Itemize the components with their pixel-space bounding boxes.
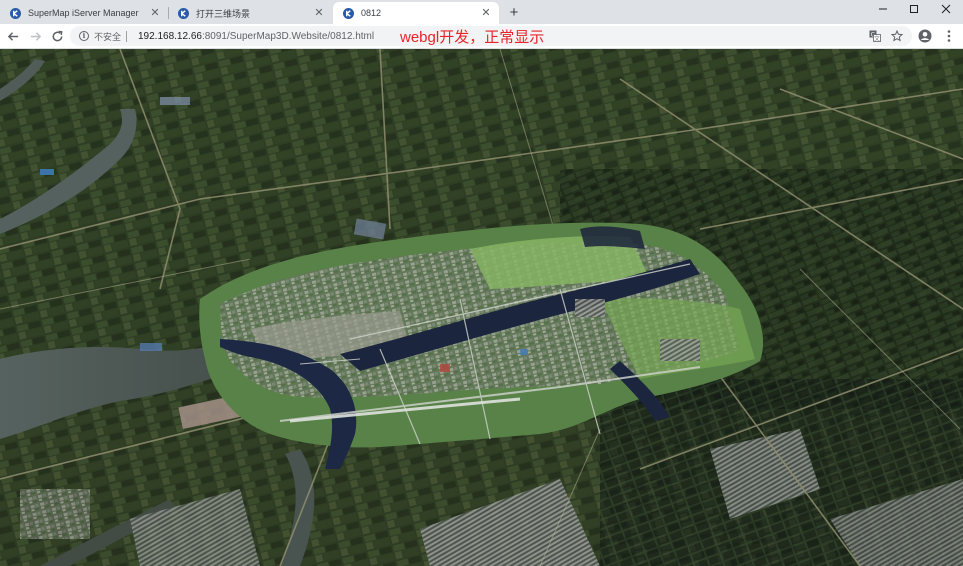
reload-icon[interactable] — [48, 27, 66, 45]
url-path: :8091/SuperMap3D.Website/0812.html — [201, 30, 375, 42]
star-icon[interactable] — [890, 29, 904, 43]
tab-close-icon[interactable]: ✕ — [148, 6, 162, 20]
tab-close-icon[interactable]: ✕ — [312, 6, 326, 20]
maximize-icon[interactable] — [899, 0, 929, 18]
arrow-right-icon[interactable] — [26, 27, 44, 45]
security-indicator[interactable]: i 不安全 — [79, 26, 132, 46]
kebab-menu-icon[interactable] — [940, 27, 958, 45]
divider — [126, 30, 128, 42]
close-window-icon[interactable] — [931, 0, 961, 18]
tab-0812[interactable]: 0812 ✕ — [333, 2, 499, 24]
satellite-scene — [0, 49, 963, 566]
new-tab-button[interactable]: + — [505, 3, 523, 21]
tab-close-icon[interactable]: ✕ — [479, 6, 493, 20]
webgl-3d-viewport[interactable] — [0, 49, 963, 566]
translate-icon[interactable]: G文 — [868, 29, 882, 43]
tab-title: 0812 — [361, 8, 382, 18]
address-bar[interactable]: i 不安全 192.168.12.66:8091/SuperMap3D.Webs… — [70, 26, 912, 46]
supermap-favicon-icon — [10, 7, 21, 19]
security-label: 不安全 — [94, 31, 122, 42]
tab-title: 打开三维场景 — [196, 8, 251, 19]
supermap-favicon-icon — [178, 7, 189, 19]
tab-title: SuperMap iServer Manager — [28, 8, 139, 18]
svg-text:文: 文 — [874, 34, 880, 42]
tab-strip: SuperMap iServer Manager ✕ 打开三维场景 ✕ 0812… — [0, 0, 963, 24]
minimize-icon[interactable] — [868, 0, 898, 18]
account-icon[interactable] — [916, 27, 934, 45]
url-text[interactable]: 192.168.12.66:8091/SuperMap3D.Website/08… — [138, 26, 374, 46]
browser-toolbar: i 不安全 192.168.12.66:8091/SuperMap3D.Webs… — [0, 24, 963, 49]
annotation-text: webgl开发，正常显示 — [400, 28, 545, 46]
supermap-favicon-icon — [343, 7, 354, 19]
info-icon: i — [79, 31, 89, 41]
url-host: 192.168.12.66 — [138, 30, 202, 42]
tab-supermap-manager[interactable]: SuperMap iServer Manager ✕ — [0, 2, 169, 24]
tab-open-3d-scene[interactable]: 打开三维场景 ✕ — [168, 2, 332, 24]
arrow-left-icon[interactable] — [4, 27, 22, 45]
